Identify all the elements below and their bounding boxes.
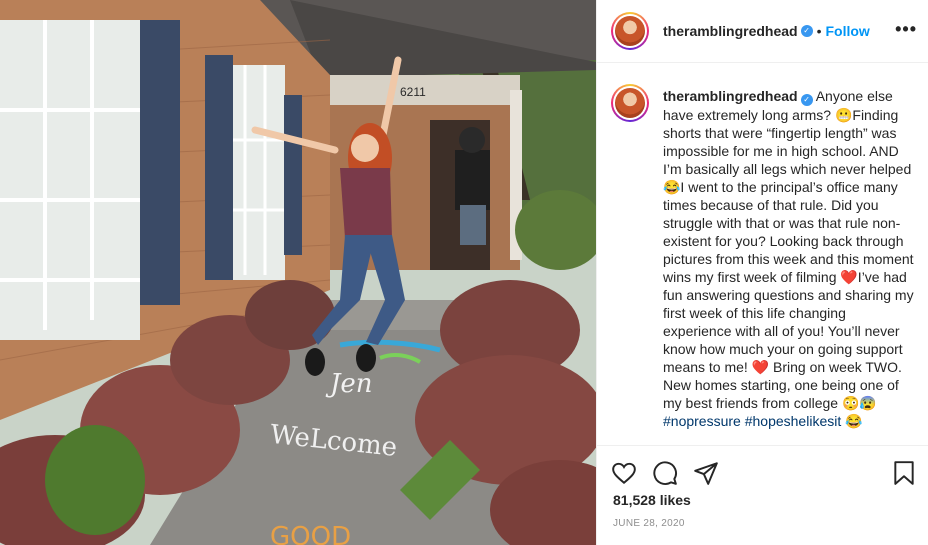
caption-username[interactable]: theramblingredhead (663, 88, 798, 104)
post-photo[interactable]: 6211 Jen WeLcome GOOD (0, 0, 596, 545)
share-icon[interactable] (693, 460, 719, 486)
more-options-icon[interactable]: ••• (895, 20, 917, 38)
post-image: 6211 Jen WeLcome GOOD (0, 0, 596, 545)
chalk-jen: Jen (325, 369, 373, 399)
caption-verified-icon: ✓ (800, 94, 813, 106)
actions-bar: 81,528 likes JUNE 28, 2020 (597, 445, 928, 545)
caption-avatar[interactable] (611, 84, 649, 122)
heart-icon[interactable] (611, 460, 637, 486)
separator-dot: • (816, 23, 822, 39)
hashtag-nopressure[interactable]: #nopressure (663, 413, 741, 429)
hashtag-hopeshelikesit[interactable]: #hopeshelikesit (745, 413, 842, 429)
caption-area: theramblingredhead ✓ Anyone else have ext… (597, 63, 928, 445)
follow-button[interactable]: Follow (826, 23, 870, 39)
post-panel: theramblingredhead ✓ • Follow ••• theram… (596, 0, 928, 545)
house-number: 6211 (400, 85, 426, 99)
comment-icon[interactable] (652, 460, 678, 486)
bookmark-icon[interactable] (891, 460, 917, 486)
chalk-good: GOOD (270, 522, 351, 545)
avatar[interactable] (611, 12, 649, 50)
caption-text: theramblingredhead ✓ Anyone else have ext… (663, 87, 915, 445)
header-username[interactable]: theramblingredhead (663, 23, 798, 39)
post-header: theramblingredhead ✓ • Follow ••• (597, 0, 928, 63)
likes-count[interactable]: 81,528 likes (613, 492, 691, 508)
verified-icon: ✓ (800, 25, 813, 37)
post-date[interactable]: JUNE 28, 2020 (613, 518, 685, 529)
caption-body: Anyone else have extremely long arms? 😬F… (663, 88, 914, 411)
caption-end: 😂 (841, 413, 863, 429)
